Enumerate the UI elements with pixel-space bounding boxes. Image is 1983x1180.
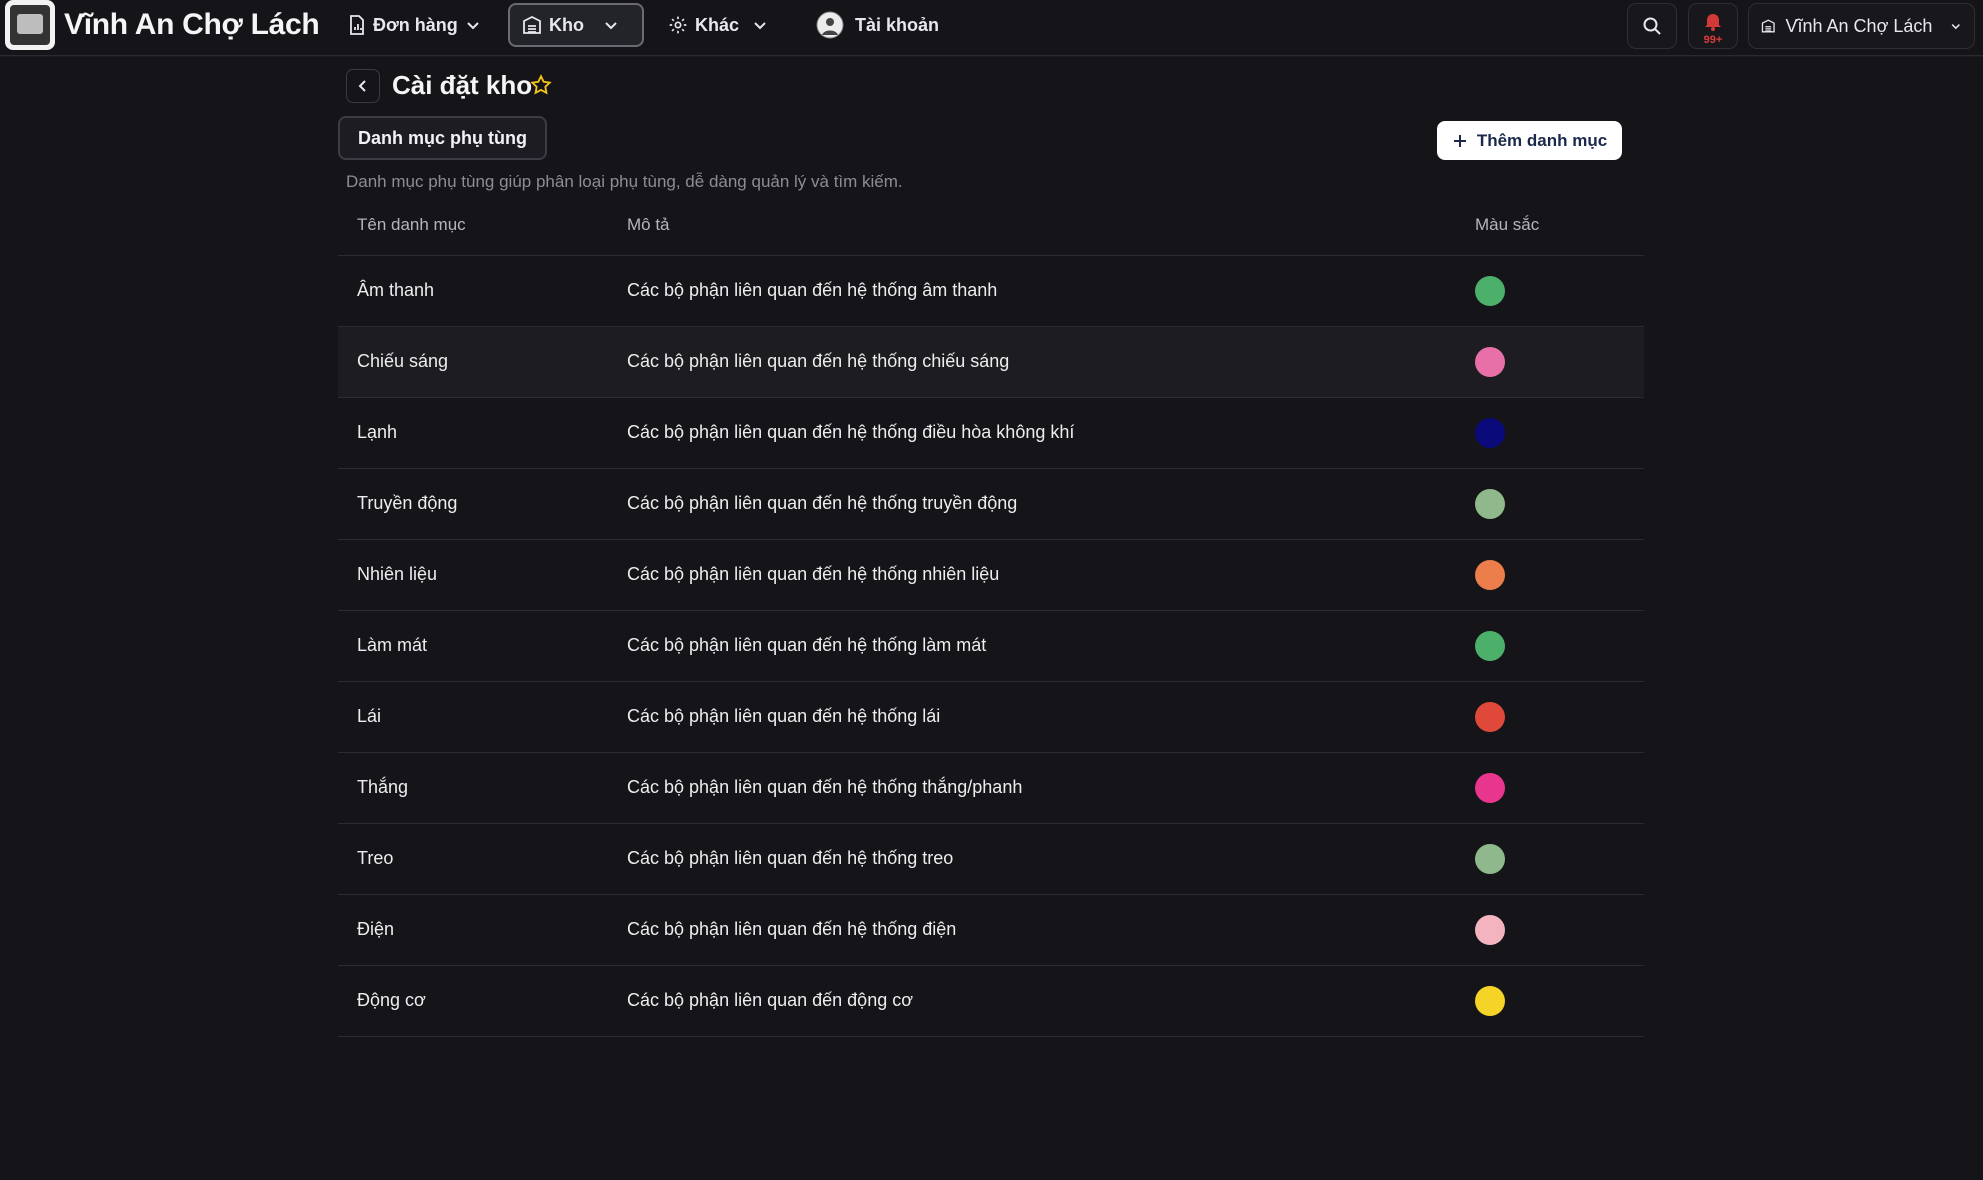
table-row[interactable]: Điện Các bộ phận liên quan đến hệ thống đ… (338, 895, 1644, 966)
category-name: Nhiên liệu (357, 564, 438, 584)
category-color-swatch (1475, 986, 1505, 1016)
nav-account-button[interactable]: Tài khoản (804, 3, 951, 47)
table-row[interactable]: Nhiên liệu Các bộ phận liên quan đến hệ t… (338, 540, 1644, 611)
category-color-swatch (1475, 276, 1505, 306)
column-header-name[interactable]: Tên danh mục (357, 215, 466, 235)
nav-account-label: Tài khoản (855, 14, 940, 35)
table-row[interactable]: Động cơ Các bộ phận liên quan đến động cơ (338, 966, 1644, 1037)
tab-part-categories[interactable]: Danh mục phụ tùng (338, 116, 547, 160)
brand-logo[interactable] (5, 0, 55, 50)
column-header-description[interactable]: Mô tả (627, 215, 670, 235)
table-row[interactable]: Chiếu sáng Các bộ phận liên quan đến hệ t… (338, 327, 1644, 398)
avatar (816, 11, 844, 39)
category-description: Các bộ phận liên quan đến hệ thống âm th… (627, 280, 998, 300)
chevron-left-icon (358, 80, 366, 92)
warehouse-icon (1761, 19, 1775, 33)
table-body: Âm thanh Các bộ phận liên quan đến hệ thố… (338, 256, 1644, 1037)
category-description: Các bộ phận liên quan đến hệ thống điều … (627, 422, 1075, 442)
category-color-swatch (1475, 489, 1505, 519)
category-name: Lạnh (357, 422, 398, 442)
bell-icon (1705, 14, 1721, 31)
table-row[interactable]: Lái Các bộ phận liên quan đến hệ thống lá… (338, 682, 1644, 753)
add-category-label: Thêm danh mục (1476, 130, 1608, 150)
notification-count-badge: 99+ (1703, 34, 1723, 46)
chevron-down-icon (605, 22, 617, 30)
page-title: Cài đặt kho (392, 70, 533, 100)
category-description: Các bộ phận liên quan đến hệ thống làm m… (627, 635, 987, 655)
search-button[interactable] (1627, 3, 1677, 49)
table-row[interactable]: Treo Các bộ phận liên quan đến hệ thống t… (338, 824, 1644, 895)
chevron-down-icon (754, 22, 766, 30)
category-description: Các bộ phận liên quan đến hệ thống lái (627, 706, 941, 726)
chevron-down-icon (467, 22, 479, 30)
brand-name[interactable]: Vĩnh An Chợ Lách (64, 8, 320, 42)
category-description: Các bộ phận liên quan đến hệ thống truyề… (627, 493, 1018, 513)
nav-other-label: Khác (695, 14, 740, 35)
add-category-button[interactable]: Thêm danh mục (1437, 121, 1622, 160)
table-row[interactable]: Làm mát Các bộ phận liên quan đến hệ thốn… (338, 611, 1644, 682)
category-name: Treo (357, 848, 394, 868)
nav-other-button[interactable]: Khác (656, 3, 780, 47)
table-row[interactable]: Âm thanh Các bộ phận liên quan đến hệ thố… (338, 256, 1644, 327)
category-color-swatch (1475, 702, 1505, 732)
category-name: Truyền động (357, 493, 458, 513)
category-color-swatch (1475, 844, 1505, 874)
category-description: Các bộ phận liên quan đến động cơ (627, 990, 914, 1010)
category-name: Chiếu sáng (357, 351, 449, 371)
top-navigation-bar: Vĩnh An Chợ Lách Đơn hàng Kho Khác Tài k… (0, 0, 1983, 56)
document-chart-icon (350, 15, 364, 35)
category-name: Lái (357, 706, 382, 726)
table-header: Tên danh mục Mô tả Màu sắc (338, 200, 1644, 256)
category-description: Các bộ phận liên quan đến hệ thống thắng… (627, 777, 1023, 797)
search-icon (1643, 17, 1661, 35)
category-color-swatch (1475, 773, 1505, 803)
category-color-swatch (1475, 418, 1505, 448)
page-description: Danh mục phụ tùng giúp phân loại phụ tùn… (346, 172, 903, 191)
category-color-swatch (1475, 560, 1505, 590)
table-row[interactable]: Truyền động Các bộ phận liên quan đến hệ … (338, 469, 1644, 540)
favorite-star-icon[interactable] (530, 74, 552, 96)
nav-warehouse-button[interactable]: Kho (508, 3, 644, 47)
organization-name: Vĩnh An Chợ Lách (1785, 15, 1933, 36)
category-name: Thắng (357, 777, 409, 797)
chevron-down-icon (1952, 24, 1961, 30)
plus-icon (1453, 134, 1466, 147)
table-row[interactable]: Thắng Các bộ phận liên quan đến hệ thống … (338, 753, 1644, 824)
column-header-color[interactable]: Màu sắc (1475, 215, 1539, 235)
category-name: Điện (357, 919, 395, 939)
category-color-swatch (1475, 347, 1505, 377)
back-button[interactable] (346, 69, 380, 103)
notifications-button[interactable]: 99+ (1688, 3, 1738, 49)
category-description: Các bộ phận liên quan đến hệ thống treo (627, 848, 954, 868)
nav-orders-button[interactable]: Đơn hàng (336, 3, 493, 47)
warehouse-icon (523, 15, 541, 34)
gear-icon (669, 16, 687, 34)
category-name: Động cơ (357, 990, 426, 1010)
organization-selector[interactable]: Vĩnh An Chợ Lách (1748, 3, 1975, 49)
category-description: Các bộ phận liên quan đến hệ thống điện (627, 919, 957, 939)
nav-warehouse-label: Kho (549, 14, 584, 35)
category-description: Các bộ phận liên quan đến hệ thống nhiên… (627, 564, 1000, 584)
category-color-swatch (1475, 631, 1505, 661)
nav-orders-label: Đơn hàng (373, 14, 458, 35)
table-row[interactable]: Lạnh Các bộ phận liên quan đến hệ thống đ… (338, 398, 1644, 469)
category-name: Âm thanh (357, 280, 435, 300)
category-name: Làm mát (357, 635, 428, 655)
category-color-swatch (1475, 915, 1505, 945)
categories-table: Tên danh mục Mô tả Màu sắc Âm thanh Các b… (338, 200, 1644, 1037)
category-description: Các bộ phận liên quan đến hệ thống chiếu… (627, 351, 1010, 371)
